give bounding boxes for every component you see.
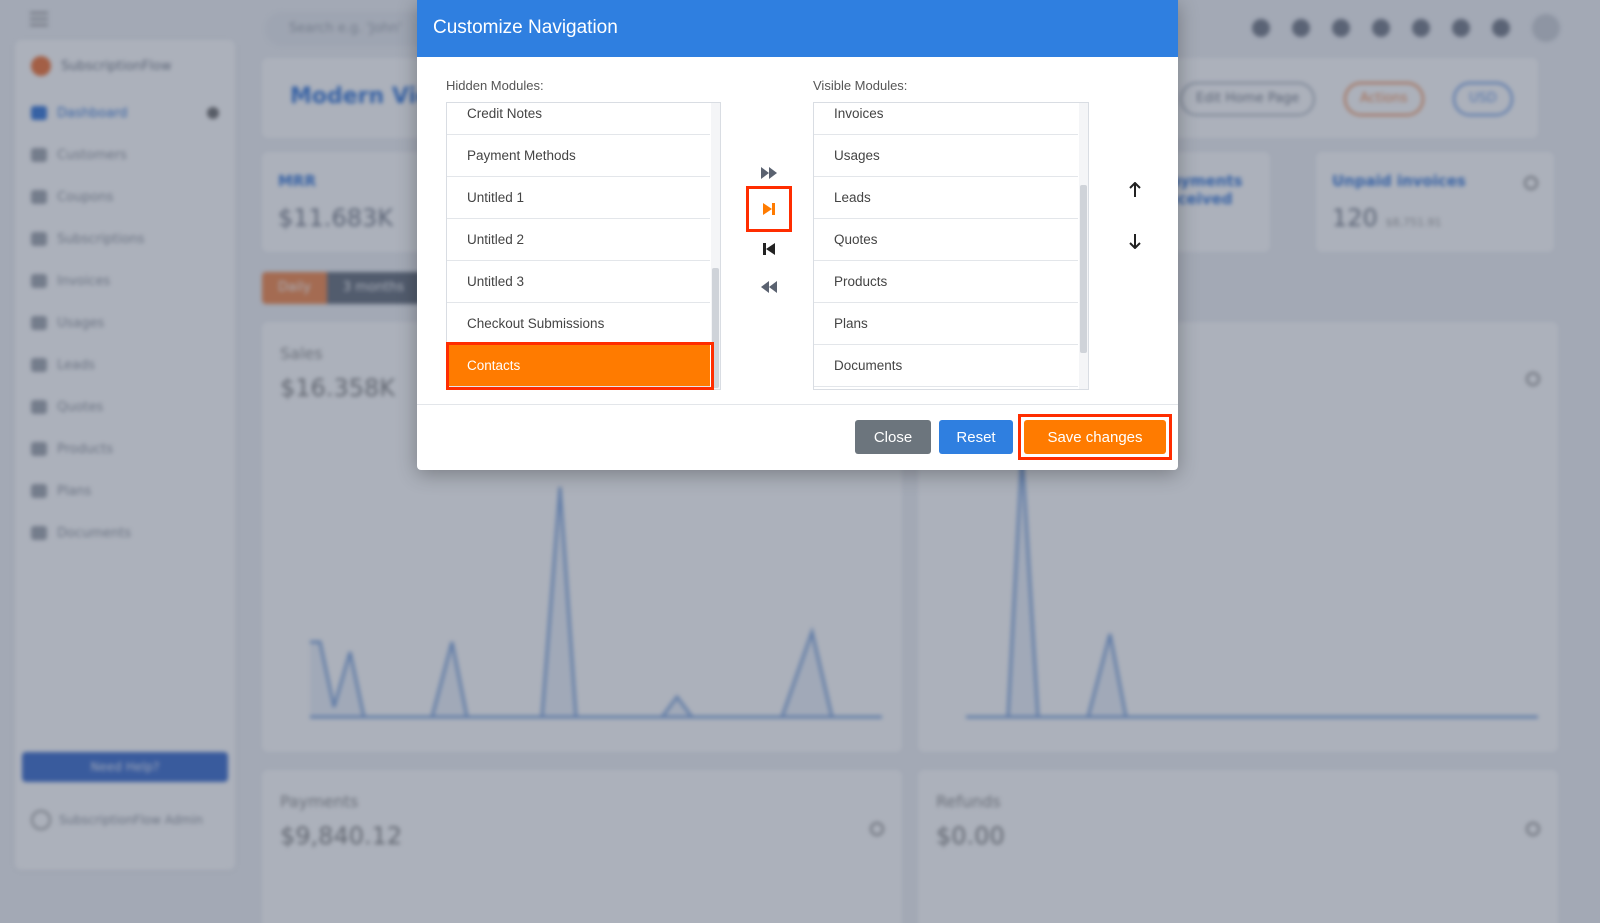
arrow-down-icon [1129,234,1141,249]
move-right-button[interactable] [757,197,781,221]
visible-list-scrollbar[interactable] [1079,103,1088,389]
list-item[interactable]: Untitled 3 [447,261,710,303]
double-arrow-left-icon [761,281,777,293]
modal-footer: Close Reset Save changes [417,404,1178,470]
list-item[interactable]: Untitled 2 [447,219,710,261]
move-down-button[interactable] [1123,229,1147,253]
close-button[interactable]: Close [855,420,931,454]
list-item[interactable]: Quotes [814,219,1078,261]
arrow-right-bar-icon [763,203,775,215]
arrow-left-bar-icon [763,243,775,255]
list-item[interactable]: Checkout Submissions [447,303,710,345]
save-highlight-frame [1018,414,1172,460]
modal-title: Customize Navigation [417,0,1178,57]
list-item[interactable]: Payment Methods [447,135,710,177]
arrow-up-icon [1129,182,1141,197]
list-item[interactable]: Invoices [814,103,1078,135]
list-item[interactable]: Usages [814,135,1078,177]
double-arrow-right-icon [761,167,777,179]
list-item[interactable]: Untitled 1 [447,177,710,219]
list-item[interactable]: Leads [814,177,1078,219]
list-item[interactable]: Credit Notes [447,103,710,135]
list-item[interactable]: Plans [814,303,1078,345]
scroll-thumb[interactable] [1080,185,1087,353]
reset-button[interactable]: Reset [939,420,1013,454]
visible-modules-list[interactable]: Invoices Usages Leads Quotes Products Plans Do… [813,102,1089,390]
selection-highlight-frame [446,342,714,390]
customize-navigation-modal: Customize Navigation Hidden Modules: Vis… [417,0,1178,470]
list-item[interactable]: Documents [814,345,1078,387]
move-up-button[interactable] [1123,178,1147,202]
move-all-right-button[interactable] [757,161,781,185]
visible-modules-label: Visible Modules: [813,78,908,93]
hidden-modules-label: Hidden Modules: [446,78,544,93]
move-all-left-button[interactable] [757,275,781,299]
move-left-button[interactable] [757,237,781,261]
list-item[interactable]: Products [814,261,1078,303]
